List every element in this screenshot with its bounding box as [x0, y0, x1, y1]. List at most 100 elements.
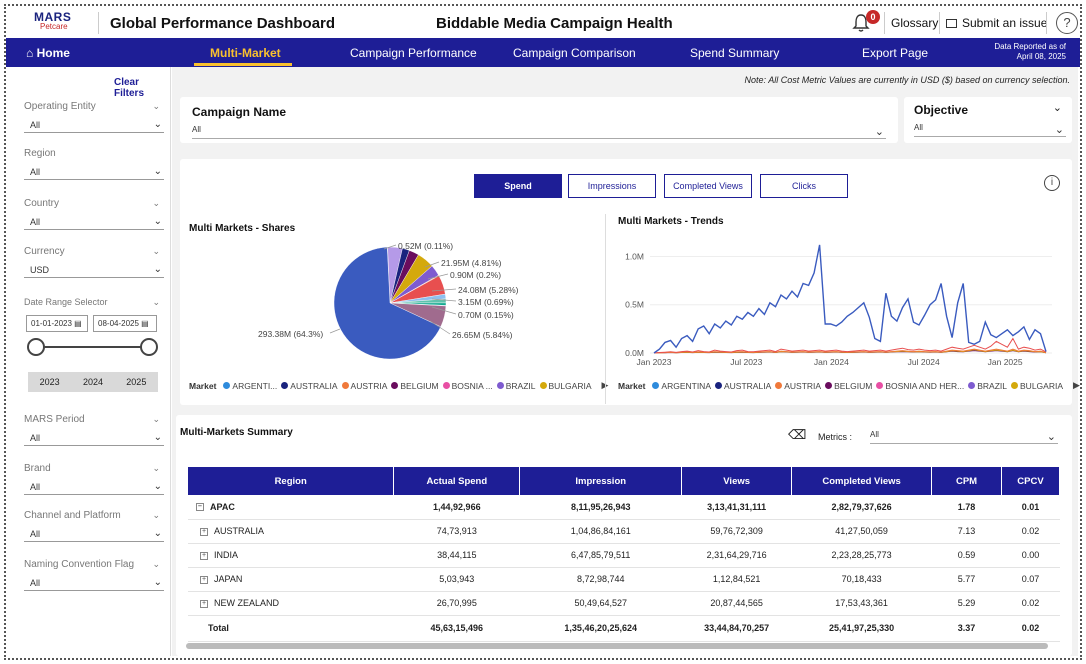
- col-impression[interactable]: Impression: [519, 467, 683, 495]
- collapse-icon[interactable]: –: [196, 503, 204, 512]
- tab-spend-summary[interactable]: Spend Summary: [690, 46, 779, 60]
- filter-channel-platform[interactable]: Channel and Platform ⌄ All ⌄: [24, 510, 164, 542]
- filter-currency[interactable]: Currency ⌄ USD ⌄: [24, 246, 164, 278]
- shares-pie-chart: [333, 246, 447, 360]
- filter-label: Region: [24, 148, 56, 159]
- y-tick-label: 1.0M: [625, 251, 644, 261]
- summary-card: Multi-Markets Summary ⌫ Metrics : All ⌄ R…: [176, 415, 1072, 656]
- series-line[interactable]: [653, 244, 1047, 354]
- legend-item[interactable]: BOSNIA AND HER...: [885, 381, 964, 391]
- chevron-down-icon: ⌄: [874, 126, 884, 138]
- table-row[interactable]: + INDIA 38,44,115 6,47,85,79,511 2,31,64,…: [188, 543, 1060, 568]
- calendar-icon: ▤: [74, 319, 82, 328]
- cell: 5.29: [931, 591, 1002, 616]
- legend-item[interactable]: ARGENTI...: [232, 381, 277, 391]
- objective-filter-card[interactable]: Objective ⌄ All ⌄: [904, 97, 1072, 143]
- col-views[interactable]: Views: [681, 467, 793, 495]
- home-icon: ⌂: [26, 46, 34, 60]
- filter-label: Brand: [24, 463, 51, 474]
- slider-start-handle[interactable]: [27, 338, 45, 356]
- table-row[interactable]: + AUSTRALIA 74,73,913 1,04,86,84,161 59,7…: [188, 519, 1060, 544]
- filter-country[interactable]: Country ⌄ All ⌄: [24, 198, 164, 230]
- legend-item[interactable]: BULGARIA: [1020, 381, 1063, 391]
- legend-item[interactable]: AUSTRIA: [351, 381, 388, 391]
- table-row[interactable]: + NEW ZEALAND 26,70,995 50,49,64,527 20,8…: [188, 591, 1060, 616]
- col-cpm[interactable]: CPM: [931, 467, 1002, 495]
- filter-region[interactable]: Region All ⌄: [24, 148, 164, 180]
- legend-item[interactable]: ARGENTINA: [661, 381, 711, 391]
- trends-legend: Market ARGENTINA AUSTRALIA AUSTRIA BELGI…: [618, 380, 1080, 391]
- legend-item[interactable]: BULGARIA: [549, 381, 592, 391]
- col-actual-spend[interactable]: Actual Spend: [393, 467, 521, 495]
- table-row-group[interactable]: – APAC 1,44,92,966 8,11,95,26,943 3,13,41…: [188, 495, 1060, 520]
- tab-export-page[interactable]: Export Page: [862, 46, 928, 60]
- cell: 45,63,15,496: [393, 614, 520, 642]
- year-2025-button[interactable]: 2025: [115, 372, 158, 392]
- cell: 26,70,995: [393, 591, 520, 616]
- legend-item[interactable]: AUSTRALIA: [724, 381, 771, 391]
- campaign-filter-card[interactable]: Campaign Name All ⌄: [180, 97, 898, 143]
- glossary-button[interactable]: Glossary: [891, 12, 938, 34]
- legend-item[interactable]: BOSNIA ...: [452, 381, 493, 391]
- x-tick-label: Jul 2024: [908, 357, 940, 367]
- table-total-row: Total 45,63,15,496 1,35,46,20,25,624 33,…: [188, 614, 1060, 642]
- filter-brand[interactable]: Brand ⌄ All ⌄: [24, 463, 164, 495]
- x-tick-label: Jul 2023: [730, 357, 762, 367]
- expand-icon[interactable]: +: [200, 551, 208, 560]
- cell: 2,82,79,37,626: [791, 495, 932, 520]
- chevron-down-icon: ⌄: [1046, 431, 1056, 443]
- legend-item[interactable]: AUSTRALIA: [290, 381, 337, 391]
- table-row[interactable]: + JAPAN 5,03,943 8,72,98,744 1,12,84,521 …: [188, 567, 1060, 592]
- date-to-input[interactable]: 08-04-2025 ▤: [93, 315, 157, 332]
- legend-item[interactable]: BELGIUM: [834, 381, 872, 391]
- year-2024-button[interactable]: 2024: [71, 372, 114, 392]
- chevron-down-icon: ⌄: [152, 198, 160, 208]
- slider-end-handle[interactable]: [140, 338, 158, 356]
- legend-item[interactable]: AUSTRIA: [784, 381, 821, 391]
- eraser-icon[interactable]: ⌫: [788, 427, 806, 443]
- nav-home[interactable]: ⌂ Home: [26, 46, 70, 60]
- metric-spend-button[interactable]: Spend: [474, 174, 562, 198]
- filter-naming-convention[interactable]: Naming Convention Flag ⌄ All ⌄: [24, 559, 164, 591]
- tab-multi-market[interactable]: Multi-Market: [210, 46, 281, 60]
- date-range-label: Date Range Selector ⌄: [24, 297, 164, 311]
- expand-icon[interactable]: +: [200, 599, 208, 608]
- year-2023-button[interactable]: 2023: [28, 372, 71, 392]
- legend-item[interactable]: BELGIUM: [400, 381, 438, 391]
- metric-clicks-button[interactable]: Clicks: [760, 174, 848, 198]
- metrics-select[interactable]: All ⌄: [870, 430, 1058, 444]
- submit-issue-button[interactable]: Submit an issue: [946, 12, 1047, 34]
- metric-completed-views-button[interactable]: Completed Views: [664, 174, 752, 198]
- col-cpcv[interactable]: CPCV: [1001, 467, 1061, 495]
- cell: 3,13,41,31,111: [681, 495, 792, 520]
- metrics-value: All: [870, 430, 879, 439]
- expand-icon[interactable]: +: [200, 575, 208, 584]
- legend-next-icon[interactable]: ▶: [1073, 380, 1080, 391]
- date-from-input[interactable]: 01-01-2023 ▤: [26, 315, 88, 332]
- chevron-down-icon: ⌄: [1054, 124, 1064, 136]
- col-region[interactable]: Region: [188, 467, 395, 495]
- pie-label: 21.95M (4.81%): [441, 258, 502, 268]
- col-completed-views[interactable]: Completed Views: [791, 467, 933, 495]
- submit-issue-label: Submit an issue: [962, 16, 1048, 30]
- campaign-select[interactable]: All ⌄: [192, 125, 886, 139]
- filter-mars-period[interactable]: MARS Period ⌄ All ⌄: [24, 414, 164, 446]
- date-range-slider[interactable]: [36, 346, 148, 348]
- filter-value: All: [30, 120, 41, 130]
- objective-select[interactable]: All ⌄: [914, 123, 1066, 137]
- brand-sub: Petcare: [40, 22, 68, 31]
- clear-filters-button[interactable]: Clear Filters: [114, 77, 170, 99]
- campaign-label: Campaign Name: [192, 105, 287, 119]
- legend-item[interactable]: BRAZIL: [506, 381, 536, 391]
- expand-icon[interactable]: +: [200, 527, 208, 536]
- tab-campaign-performance[interactable]: Campaign Performance: [350, 46, 477, 60]
- legend-item[interactable]: BRAZIL: [977, 381, 1007, 391]
- info-icon[interactable]: i: [1044, 175, 1060, 191]
- tab-campaign-comparison[interactable]: Campaign Comparison: [513, 46, 636, 60]
- help-icon[interactable]: ?: [1056, 12, 1078, 34]
- filter-operating-entity[interactable]: Operating Entity ⌄ All ⌄: [24, 101, 164, 133]
- reported-line1: Data Reported as of: [994, 42, 1066, 51]
- horizontal-scrollbar[interactable]: [186, 643, 1048, 649]
- cell: JAPAN: [214, 574, 243, 584]
- metric-impressions-button[interactable]: Impressions: [568, 174, 656, 198]
